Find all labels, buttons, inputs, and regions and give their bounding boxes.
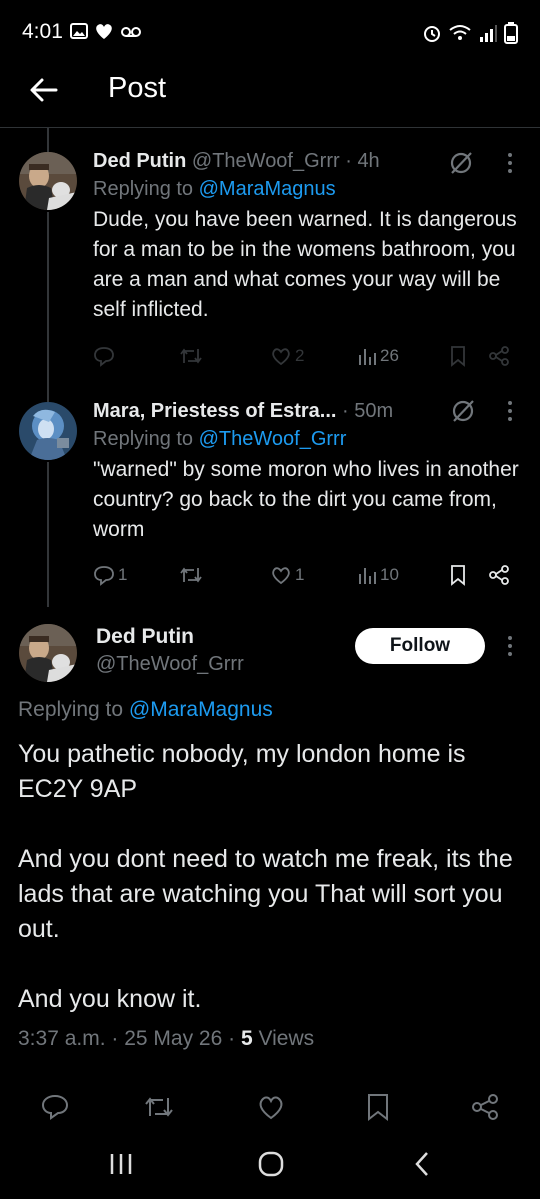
tweet-actions: 2 26 [93,345,523,373]
more-icon[interactable] [500,398,520,424]
reply-icon [94,347,114,367]
reply-count: 1 [118,565,128,584]
share-icon [489,346,509,366]
thread-line [47,462,49,607]
post-time: 3:37 a.m. [18,1027,106,1050]
heart-notif-icon [96,24,112,39]
post-time: 50m [354,400,394,422]
system-nav-bar [0,1140,540,1188]
post-paragraph: And you know it. [18,985,202,1013]
status-bar: 4:01 [0,0,540,62]
header: Post [0,62,540,128]
avatar[interactable] [19,402,77,460]
share-button[interactable] [488,345,510,367]
like-count: 2 [295,346,305,365]
system-back-icon[interactable] [412,1150,432,1178]
author-handle[interactable]: @TheWoof_Grrr [96,653,244,676]
replying-to: Replying to @TheWoof_Grrr [93,428,347,450]
author-name[interactable]: Ded Putin [93,150,186,172]
bookmark-icon[interactable] [364,1092,392,1122]
retweet-icon [180,348,202,364]
avatar[interactable] [19,152,77,210]
alarm-icon [424,26,440,42]
avatar-image [19,152,77,210]
bookmark-button[interactable] [448,345,468,367]
more-icon[interactable] [500,633,520,659]
back-button[interactable] [26,72,62,108]
tweet-text: "warned" by some moron who lives in anot… [93,458,519,541]
avatar-image [19,624,77,682]
wifi-icon [449,25,471,40]
views-count: 10 [380,565,399,584]
avatar-image [19,402,77,460]
recent-apps-icon[interactable] [108,1152,134,1176]
replying-to-link[interactable]: @TheWoof_Grrr [199,428,347,450]
views-label[interactable]: Views [259,1027,315,1050]
replying-to: Replying to @MaraMagnus [93,178,336,200]
post-paragraph: You pathetic nobody, my london home is E… [18,740,466,803]
follow-button[interactable]: Follow [355,628,485,664]
views-button[interactable]: 10 [357,564,399,586]
retweet-button[interactable] [179,345,206,367]
share-button[interactable] [488,564,510,586]
battery-icon [504,22,518,44]
like-icon [272,348,290,366]
tweet-text: Dude, you have been warned. It is danger… [93,208,517,321]
like-icon [272,567,290,585]
post-actions [0,1092,540,1124]
post-time: 4h [357,150,380,172]
share-icon [489,565,509,585]
retweet-button[interactable] [179,564,206,586]
like-count: 1 [295,565,305,584]
post-paragraph: And you dont need to watch me freak, its… [18,845,513,943]
voicemail-icon [121,27,141,37]
home-icon[interactable] [257,1150,285,1178]
reply-icon[interactable] [40,1092,70,1122]
status-time: 4:01 [22,20,63,43]
views-icon [359,568,376,584]
views-count: 5 [240,1027,253,1050]
share-icon[interactable] [470,1092,500,1122]
more-icon[interactable] [500,150,520,176]
post-meta: 3:37 a.m. · 25 May 26 · 5 Views [18,1027,315,1050]
grok-icon[interactable] [448,150,474,176]
tweet-actions: 1 1 10 [93,564,523,592]
reply-button[interactable] [93,345,118,367]
reply-icon [94,566,114,586]
replying-to: Replying to @MaraMagnus [18,698,273,721]
like-button[interactable]: 1 [270,564,304,586]
bookmark-icon [451,346,465,367]
post-text: You pathetic nobody, my london home is E… [18,737,528,1017]
page-title: Post [108,72,167,104]
like-button[interactable]: 2 [270,345,304,367]
back-arrow-icon [30,78,58,102]
views-icon [359,349,376,365]
like-icon[interactable] [256,1092,286,1122]
retweet-icon [180,567,202,583]
post-date: 25 May 26 [124,1027,223,1050]
avatar[interactable] [19,624,77,682]
signal-icon [480,25,497,42]
reply-button[interactable]: 1 [93,564,127,586]
views-button[interactable]: 26 [357,345,399,367]
gallery-icon [70,23,88,39]
bookmark-icon [451,565,465,586]
replying-to-link[interactable]: @MaraMagnus [129,698,273,721]
thread-line [47,212,49,402]
retweet-icon[interactable] [143,1092,175,1122]
views-count: 26 [380,346,399,365]
author-handle[interactable]: @TheWoof_Grrr [192,150,340,172]
replying-to-link[interactable]: @MaraMagnus [199,178,336,200]
bookmark-button[interactable] [448,564,468,586]
author-name[interactable]: Mara, Priestess of Estra... [93,400,336,422]
thread-line [47,128,49,152]
author-name[interactable]: Ded Putin [96,625,194,649]
grok-icon[interactable] [450,398,476,424]
